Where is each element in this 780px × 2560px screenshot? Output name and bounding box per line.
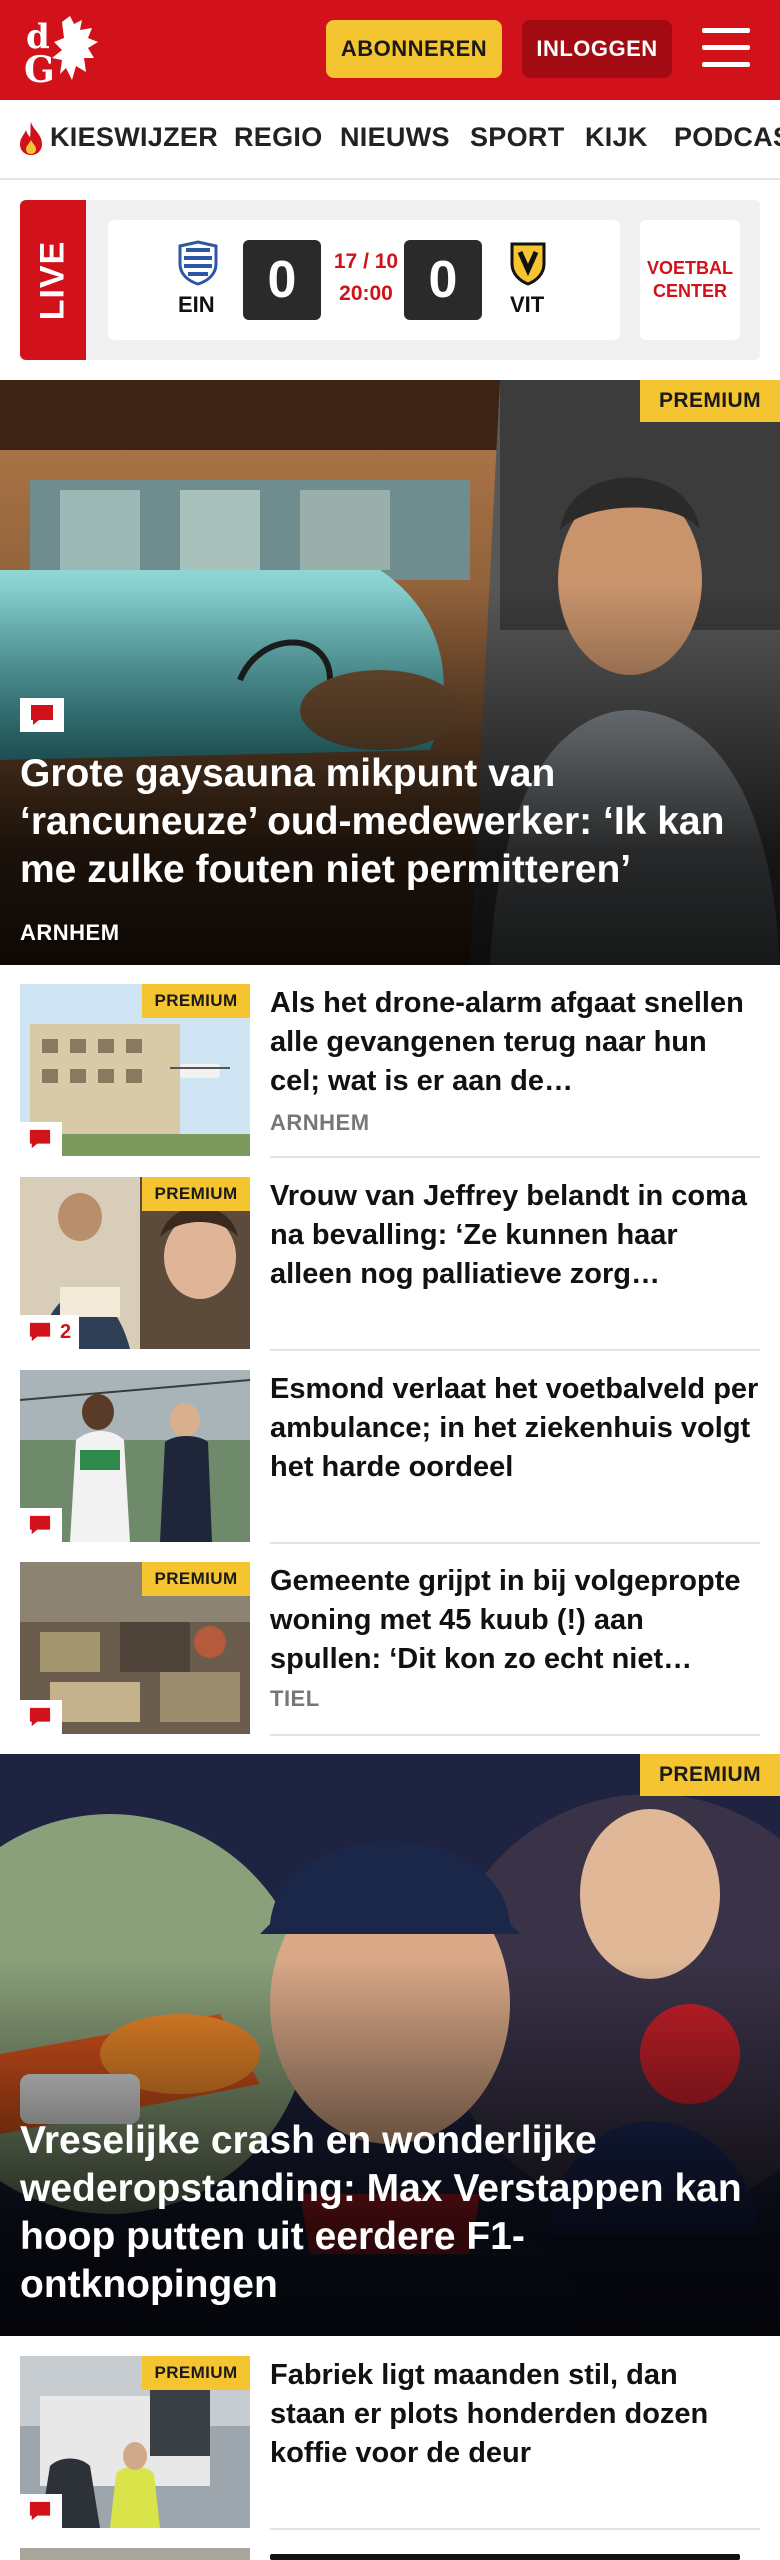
article-location: TIEL: [270, 1686, 320, 1711]
hero-location: ARNHEM: [20, 920, 120, 945]
article-thumbnail: PREMIUM: [20, 984, 250, 1156]
divider: [270, 1734, 760, 1736]
premium-badge: PREMIUM: [142, 1562, 250, 1596]
hero-title[interactable]: Vreselijke crash en wonderlijke wederops…: [20, 2117, 760, 2309]
dg-logo[interactable]: d G: [22, 14, 117, 86]
main-nav: KIESWIJZER REGIO NIEUWS SPORT KIJK PODCA…: [0, 100, 780, 180]
flame-icon: [20, 122, 42, 155]
menu-icon[interactable]: [698, 24, 754, 72]
nav-item-podcast[interactable]: PODCAS: [674, 122, 780, 153]
premium-badge: PREMIUM: [142, 2356, 250, 2390]
list-item[interactable]: PREMIUM Gemeente grijpt in bij volgeprop…: [20, 1562, 760, 1737]
away-team-name: VIT: [510, 292, 545, 317]
comment-icon: [20, 1508, 62, 1542]
comment-count: 2: [20, 1315, 80, 1349]
hero-article-sauna[interactable]: PREMIUM Grote gaysauna mikpunt van ‘ranc…: [0, 380, 780, 965]
home-team-name: EIN: [178, 292, 215, 317]
list-item[interactable]: Esmond verlaat het voetbalveld per ambul…: [20, 1370, 760, 1545]
voetbal-center-link[interactable]: VOETBAL CENTER: [640, 220, 740, 340]
article-title[interactable]: Vrouw van Jeffrey belandt in coma na bev…: [270, 1177, 760, 1294]
nav-item-nieuws[interactable]: NIEUWS: [340, 122, 450, 153]
article-thumbnail-partial: [20, 2548, 250, 2560]
list-item[interactable]: PREMIUM Fabriek ligt maanden stil, dan s…: [20, 2356, 760, 2531]
premium-badge: PREMIUM: [640, 1754, 780, 1796]
nav-item-sport[interactable]: SPORT: [470, 122, 565, 153]
divider: [270, 1542, 760, 1544]
nav-item-regio[interactable]: REGIO: [234, 122, 323, 153]
match-date: 17 / 10: [333, 250, 399, 273]
svg-text:G: G: [24, 49, 55, 86]
vit-club-logo: [510, 242, 546, 286]
comment-icon: [20, 698, 64, 732]
premium-badge: PREMIUM: [142, 984, 250, 1018]
article-title[interactable]: Als het drone-alarm afgaat snellen alle …: [270, 984, 760, 1101]
hero-article-verstappen[interactable]: PREMIUM Vreselijke crash en wonderlijke …: [0, 1754, 780, 2336]
article-title[interactable]: Fabriek ligt maanden stil, dan staan er …: [270, 2356, 760, 2473]
comment-icon: [20, 1700, 62, 1734]
away-score: 0: [404, 240, 482, 320]
hero-title[interactable]: Grote gaysauna mikpunt van ‘rancuneuze’ …: [20, 750, 760, 894]
list-item[interactable]: PREMIUM Als het drone-alarm afgaat snell…: [20, 984, 760, 1159]
article-title[interactable]: Esmond verlaat het voetbalveld per ambul…: [270, 1370, 760, 1487]
article-thumbnail: [20, 1370, 250, 1542]
home-score: 0: [243, 240, 321, 320]
premium-badge: PREMIUM: [142, 1177, 250, 1211]
article-location: ARNHEM: [270, 1110, 370, 1135]
article-thumbnail: PREMIUM: [20, 2356, 250, 2528]
match-time: 20:00: [339, 282, 393, 305]
divider: [270, 1156, 760, 1158]
premium-badge: PREMIUM: [640, 380, 780, 422]
divider: [270, 2528, 760, 2530]
comment-icon: [20, 1122, 62, 1156]
nav-item-kijk[interactable]: KIJK: [585, 122, 648, 153]
article-thumbnail: PREMIUM: [20, 1562, 250, 1734]
subscribe-button[interactable]: ABONNEREN: [326, 20, 502, 78]
list-item[interactable]: PREMIUM 2 Vrouw van Jeffrey belandt in c…: [20, 1177, 760, 1352]
ein-club-logo: [178, 240, 218, 286]
nav-item-kieswijzer[interactable]: KIESWIJZER: [50, 122, 218, 153]
login-button[interactable]: INLOGGEN: [522, 20, 672, 78]
comment-icon: [20, 2494, 62, 2528]
article-title-partial: [270, 2550, 760, 2560]
comment-count-value: 2: [60, 1320, 72, 1343]
divider: [270, 1349, 760, 1351]
match-datetime: 17 / 10 20:00: [326, 246, 406, 310]
article-thumbnail: PREMIUM 2: [20, 1177, 250, 1349]
article-title[interactable]: Gemeente grijpt in bij volgeprop­te woni…: [270, 1562, 760, 1679]
live-label: LIVE: [33, 240, 72, 320]
comment-icon: [29, 1322, 51, 1342]
